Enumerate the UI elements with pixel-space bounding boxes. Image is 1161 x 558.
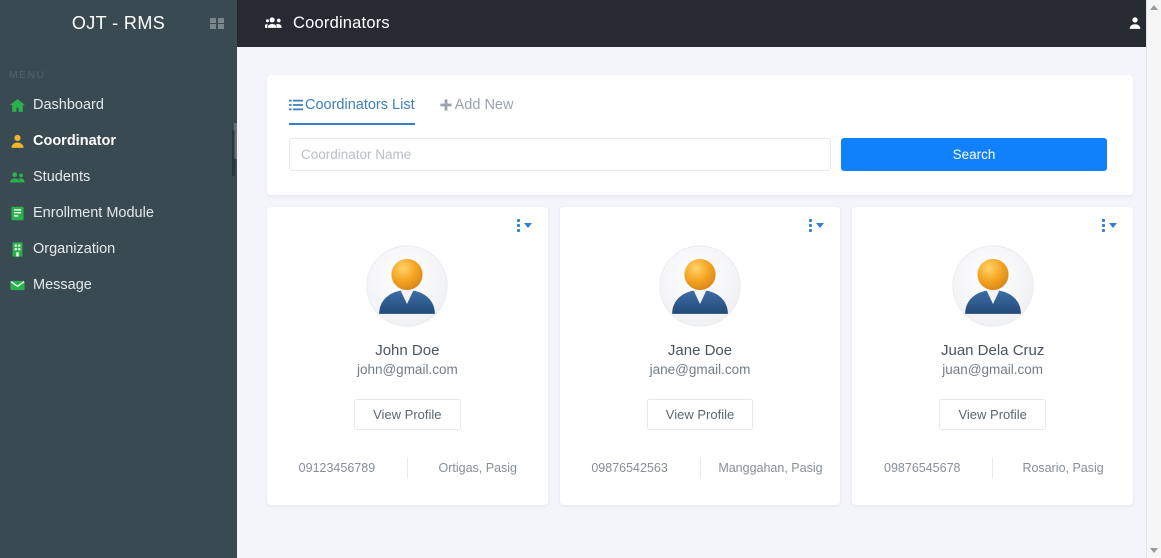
view-profile-button[interactable]: View Profile [939, 399, 1046, 430]
tab-add-new[interactable]: Add New [439, 97, 514, 125]
coordinator-phone: 09876545678 [884, 461, 961, 475]
sidebar-item-label: Message [33, 277, 92, 293]
avatar-wrap [267, 245, 548, 327]
users-group-icon [265, 17, 282, 28]
coordinator-card: Juan Dela Cruz juan@gmail.com View Profi… [852, 207, 1134, 505]
sidebar-item-label: Dashboard [33, 97, 104, 113]
user-icon [11, 134, 24, 148]
chevron-down-icon [523, 223, 532, 228]
topbar: Coordinators [237, 0, 1161, 47]
user-account-icon[interactable] [1127, 15, 1143, 32]
search-button[interactable]: Search [841, 138, 1107, 171]
coordinator-name: Jane Doe [667, 342, 733, 359]
book-icon [11, 206, 24, 220]
view-profile-wrap: View Profile [267, 399, 548, 430]
coordinator-email: juan@gmail.com [942, 362, 1044, 377]
sidebar-item-dashboard[interactable]: Dashboard [0, 87, 237, 123]
sidebar-item-enrollment-module[interactable]: Enrollment Module [0, 195, 237, 231]
avatar-wrap [852, 245, 1133, 327]
card-footer: 09876545678 Rosario, Pasig [852, 457, 1133, 505]
coordinator-phone: 09876542563 [591, 461, 668, 475]
coordinator-name: Juan Dela Cruz [940, 342, 1045, 359]
sidebar-item-coordinator[interactable]: Coordinator [0, 123, 237, 159]
home-icon [10, 98, 25, 112]
tab-bar: Coordinators List Add New [289, 97, 1107, 125]
sidebar-item-students[interactable]: Students [0, 159, 237, 195]
dots-glyph [1102, 219, 1106, 232]
building-icon [12, 241, 23, 257]
sidebar-item-organization[interactable]: Organization [0, 231, 237, 267]
coordinator-card: John Doe john@gmail.com View Profile 091… [267, 207, 548, 505]
grid-icon[interactable] [209, 17, 225, 31]
card-footer: 09123456789 Ortigas, Pasig [267, 457, 548, 505]
chevron-down-icon [816, 223, 825, 228]
avatar-user-icon [952, 245, 1034, 327]
plus-icon [440, 99, 452, 111]
main-area: Coordinators Coordinators List Add New C… [237, 0, 1161, 558]
chevron-down-icon [1109, 223, 1118, 228]
sidebar-item-label: Coordinator [33, 133, 116, 149]
content-area: Coordinators List Add New Search [237, 47, 1161, 558]
coordinator-email: john@gmail.com [356, 362, 458, 377]
view-profile-wrap: View Profile [560, 399, 841, 430]
tab-label: Coordinators List [305, 97, 415, 113]
menu-section-label: MENU [9, 69, 46, 81]
coordinator-location: Ortigas, Pasig [438, 461, 518, 475]
search-input[interactable] [289, 138, 831, 171]
users-icon [10, 171, 25, 182]
envelope-icon [10, 280, 25, 290]
page-scrollbar[interactable] [1146, 0, 1161, 558]
view-profile-button[interactable]: View Profile [646, 399, 754, 430]
coordinator-location: Rosario, Pasig [1022, 461, 1104, 475]
sidebar-item-message[interactable]: Message [0, 267, 237, 303]
list-icon [289, 99, 303, 111]
dots-glyph [809, 219, 813, 232]
search-row: Search [289, 138, 1107, 171]
sidebar-item-label: Enrollment Module [33, 205, 154, 221]
brand-title: OJT - RMS [71, 13, 166, 33]
view-profile-wrap: View Profile [852, 399, 1133, 430]
ellipsis-vertical-icon[interactable] [809, 219, 825, 232]
view-profile-button[interactable]: View Profile [354, 399, 461, 430]
app-root: OJT - RMS MENU Dashboard Coordinator Stu… [0, 0, 1161, 558]
ellipsis-vertical-icon[interactable] [516, 219, 532, 232]
scroll-up-arrow-icon[interactable] [1147, 0, 1161, 15]
coordinator-email: jane@gmail.com [649, 362, 751, 377]
search-panel: Coordinators List Add New Search [267, 75, 1133, 195]
tab-label: Add New [454, 97, 514, 113]
card-footer: 09876542563 Manggahan, Pasig [560, 457, 841, 505]
coordinator-location: Manggahan, Pasig [718, 461, 823, 475]
sidebar: OJT - RMS MENU Dashboard Coordinator Stu… [0, 0, 237, 558]
coordinator-name: John Doe [375, 342, 440, 359]
sidebar-brand-row: OJT - RMS [0, 0, 237, 47]
card-menu-row [267, 217, 548, 232]
coordinator-card-list: John Doe john@gmail.com View Profile 091… [267, 207, 1134, 505]
coordinator-phone: 09123456789 [298, 461, 376, 475]
ellipsis-vertical-icon[interactable] [1102, 219, 1118, 232]
avatar-user-icon [366, 245, 448, 327]
card-menu-row [560, 217, 841, 232]
coordinator-card: Jane Doe jane@gmail.com View Profile 098… [559, 207, 841, 505]
topbar-left: Coordinators [265, 14, 390, 33]
card-menu-row [852, 217, 1133, 232]
avatar-wrap [560, 245, 841, 327]
avatar-user-icon [659, 245, 741, 327]
scroll-down-arrow-icon[interactable] [1147, 543, 1161, 558]
tab-coordinators-list[interactable]: Coordinators List [289, 97, 415, 125]
sidebar-scrollbar[interactable] [232, 130, 235, 176]
sidebar-item-label: Students [33, 169, 91, 185]
dots-glyph [516, 219, 520, 232]
page-title: Coordinators [293, 14, 390, 32]
sidebar-item-label: Organization [33, 241, 116, 257]
